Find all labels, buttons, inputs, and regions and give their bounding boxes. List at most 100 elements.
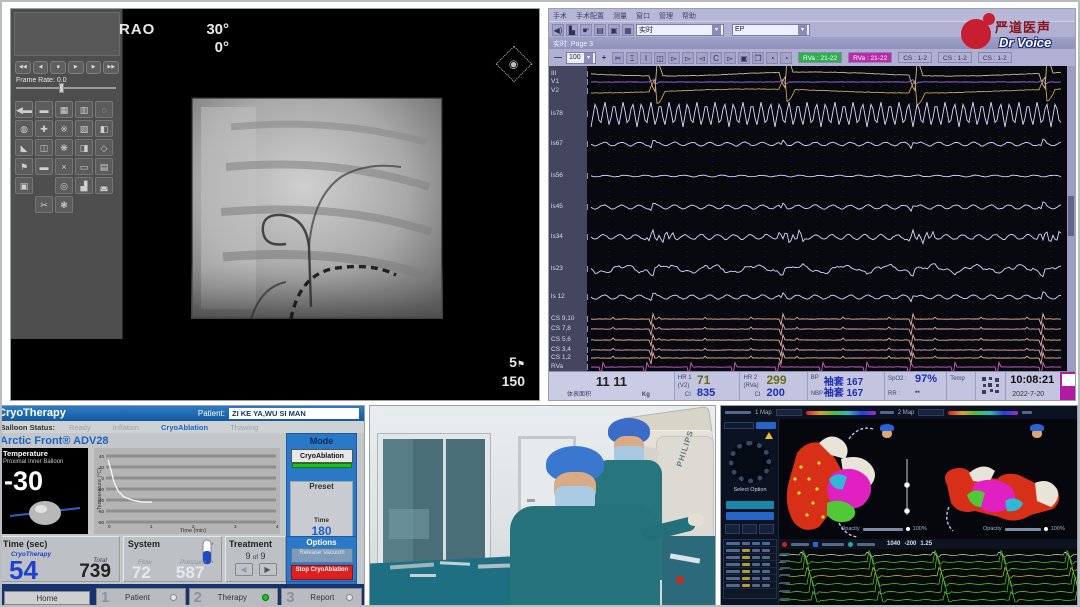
menu-item[interactable]: 帮助 xyxy=(682,11,696,19)
close-icon[interactable]: × xyxy=(55,158,73,175)
mode-select[interactable]: 实时▾ xyxy=(636,24,724,36)
hand-icon[interactable]: ❋ xyxy=(55,139,73,156)
channel-chip[interactable]: RVa : 21-22 xyxy=(798,52,842,63)
tag-table-row[interactable] xyxy=(724,575,776,582)
stop-button[interactable]: ■ xyxy=(50,61,66,74)
channel-label[interactable]: CS 9,10 xyxy=(551,315,575,322)
channel-label[interactable]: ls34 xyxy=(551,233,563,240)
series-grid-icon[interactable]: ▦ xyxy=(55,101,73,118)
trace-toolbar-icon[interactable]: ◔ xyxy=(780,52,792,64)
folder2-icon[interactable]: ▬ xyxy=(35,158,53,175)
trace-toolbar-icon[interactable]: I xyxy=(640,52,652,64)
spark-icon[interactable]: ※ xyxy=(55,120,73,137)
trace-toolbar-icon[interactable]: ❐ xyxy=(752,52,764,64)
channel-label[interactable]: ls45 xyxy=(551,203,563,210)
map2-select[interactable] xyxy=(918,409,944,416)
toolbar-icon[interactable]: ▙ xyxy=(566,24,578,36)
toolbar-icon[interactable]: ▣ xyxy=(608,24,620,36)
contrast-icon[interactable]: ◧ xyxy=(95,120,113,137)
loop-store-icon[interactable]: ◀▬ xyxy=(15,101,33,118)
trace-toolbar-icon[interactable]: ▣ xyxy=(738,52,750,64)
layers-icon[interactable]: ◫ xyxy=(35,139,53,156)
chart-icon[interactable]: ▟ xyxy=(75,177,93,194)
home-button[interactable]: Home xyxy=(4,591,90,605)
channel-label[interactable]: ls 12 xyxy=(551,293,565,300)
trace-toolbar-icon[interactable]: ◔ xyxy=(766,52,778,64)
trace-toolbar-icon[interactable]: ◫ xyxy=(654,52,666,64)
channel-label[interactable]: CS 3,4 xyxy=(551,346,571,353)
trace-toolbar-icon[interactable]: ▻ xyxy=(668,52,680,64)
channel-label[interactable]: III xyxy=(551,70,556,77)
zoom-out-button[interactable]: — xyxy=(552,52,564,64)
frame-rate-slider[interactable] xyxy=(16,87,116,89)
rotate-icon[interactable]: ◍ xyxy=(15,120,33,137)
toolbar-icon[interactable]: ▦ xyxy=(622,24,634,36)
trace-toolbar-icon[interactable]: ◅ xyxy=(696,52,708,64)
pan-icon[interactable]: ◨ xyxy=(75,139,93,156)
flag-icon[interactable]: ⚑ xyxy=(15,158,33,175)
chevron-down-icon[interactable]: ▾ xyxy=(712,25,721,35)
crosshair-icon[interactable]: ✚ xyxy=(35,120,53,137)
ellipse-icon[interactable]: ◌ xyxy=(95,101,113,118)
trace-toolbar-icon[interactable]: ▻ xyxy=(724,52,736,64)
map2-color-scale[interactable] xyxy=(948,411,1018,415)
jump-first-button[interactable]: ◀◀ xyxy=(15,61,31,74)
toolbar-icon[interactable]: ☛ xyxy=(580,24,592,36)
channel-chip[interactable]: RVa : 21-22 xyxy=(848,52,892,63)
channel-label[interactable]: V2 xyxy=(551,87,559,94)
copy-icon[interactable]: ▤ xyxy=(95,158,113,175)
release-vacuum-button[interactable]: Release Vacuum xyxy=(291,548,353,563)
image-grid-icon[interactable]: ▥ xyxy=(75,101,93,118)
menu-item[interactable]: 窗口 xyxy=(636,11,650,19)
measure-icon[interactable]: ▭ xyxy=(75,158,93,175)
wrench-icon[interactable]: ✂ xyxy=(35,196,53,213)
cryoablation-mode-button[interactable]: CryoAblation xyxy=(291,449,353,463)
trace-toolbar-icon[interactable]: ⌶ xyxy=(626,52,638,64)
tag-table-row[interactable] xyxy=(724,582,776,589)
zoom-in-button[interactable]: + xyxy=(598,52,610,64)
toolbar-icon[interactable]: ▤ xyxy=(594,24,606,36)
step-forward-button[interactable]: ▶ xyxy=(86,61,102,74)
channel-label[interactable]: V1 xyxy=(551,78,559,85)
channel-label[interactable]: RVa xyxy=(551,363,563,370)
tag-table-row[interactable] xyxy=(724,561,776,568)
treatment-prev-button[interactable]: ◀ xyxy=(235,563,253,576)
channel-label[interactable]: ls78 xyxy=(551,110,563,117)
tag-table-row[interactable] xyxy=(724,554,776,561)
map-action-button-2[interactable] xyxy=(726,512,774,520)
sweep-speed-select[interactable]: 100▾ xyxy=(566,52,596,64)
play-button[interactable]: ▶ xyxy=(68,61,84,74)
map-action-button-1[interactable] xyxy=(726,501,774,509)
camera-icon[interactable]: ◎ xyxy=(55,177,73,194)
menu-item[interactable]: 手术配置 xyxy=(576,11,604,19)
channel-label[interactable]: ls56 xyxy=(551,172,563,179)
trace-toolbar-icon[interactable]: ▻ xyxy=(682,52,694,64)
chevron-down-icon[interactable]: ▾ xyxy=(798,25,807,35)
channel-label[interactable]: ls67 xyxy=(551,140,563,147)
grid-button[interactable] xyxy=(742,524,757,534)
channel-chip[interactable]: CS : 1-2 xyxy=(898,52,932,63)
sidebar-search-input[interactable] xyxy=(724,422,754,429)
eye-view-icon[interactable]: ◉ xyxy=(496,46,533,83)
select-option-dial[interactable] xyxy=(729,441,771,483)
treatment-next-button[interactable]: ▶ xyxy=(259,563,277,576)
channel-label[interactable]: CS 7,8 xyxy=(551,325,571,332)
channel-label[interactable]: CS 1,2 xyxy=(551,354,571,361)
shutter-icon[interactable]: ◇ xyxy=(95,139,113,156)
frames-icon[interactable]: ▧ xyxy=(75,120,93,137)
patient-name-field[interactable]: ZI KE YA,WU SI MAN xyxy=(229,408,359,419)
step-back-button[interactable]: ◀ xyxy=(33,61,49,74)
map1-select[interactable] xyxy=(776,409,802,416)
channel-label[interactable]: CS 5,6 xyxy=(551,336,571,343)
monitor-icon[interactable]: ▣ xyxy=(15,177,33,194)
trace-toolbar-icon[interactable]: C xyxy=(710,52,722,64)
folder-icon[interactable]: ▬ xyxy=(35,101,53,118)
print-icon[interactable]: ❃ xyxy=(55,196,73,213)
tab-patient[interactable]: 1 Patient xyxy=(96,588,186,606)
frame-rate-slider-thumb[interactable] xyxy=(59,83,64,93)
tab-therapy[interactable]: 2 Therapy xyxy=(189,588,279,606)
pointer-icon[interactable]: ◣ xyxy=(15,139,33,156)
grid-button[interactable] xyxy=(759,524,774,534)
toolbar-icon[interactable]: ◀) xyxy=(552,24,564,36)
jump-last-button[interactable]: ▶▶ xyxy=(103,61,119,74)
